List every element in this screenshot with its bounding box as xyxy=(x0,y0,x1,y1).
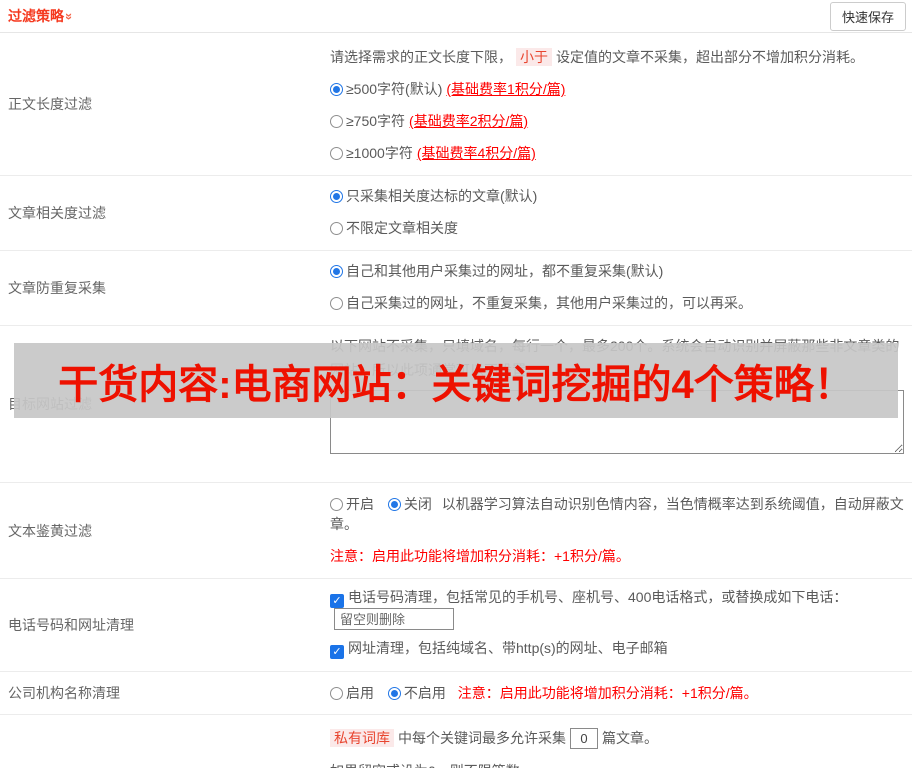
porn-option-on[interactable]: 开启 xyxy=(330,496,374,512)
company-cleanup-options: 启用 不启用 注意：启用此功能将增加积分消耗：+1积分/篇。 xyxy=(330,683,758,703)
dedupe-label: 文章防重复采集 xyxy=(8,280,106,296)
dedupe-option-own[interactable]: 自己采集过的网址，不重复采集，其他用户采集过的，可以再采。 xyxy=(330,293,904,313)
radio-unchecked-icon[interactable] xyxy=(330,222,343,235)
row-article-dedupe: 文章防重复采集 自己和其他用户采集过的网址，都不重复采集(默认) 自己采集过的网… xyxy=(0,251,912,326)
radio-checked-icon[interactable] xyxy=(387,687,401,700)
radio-checked-icon[interactable] xyxy=(330,190,343,203)
fee-note: (基础费率4积分/篇) xyxy=(416,145,536,161)
radio-checked-icon[interactable] xyxy=(330,265,343,278)
radio-unchecked-icon[interactable] xyxy=(330,115,343,128)
radio-unchecked-icon[interactable] xyxy=(330,687,343,700)
phone-cleanup-option[interactable]: 电话号码清理，包括常见的手机号、座机号、400电话格式，或替换成如下电话： xyxy=(330,587,904,630)
content-length-intro: 请选择需求的正文长度下限， 小于 设定值的文章不采集，超出部分不增加积分消耗。 xyxy=(330,48,864,66)
checkbox-checked-icon[interactable] xyxy=(330,594,344,608)
checkbox-checked-icon[interactable] xyxy=(330,645,344,659)
watermark-text: 干货内容:电商网站：关键词挖掘的4个策略！ xyxy=(58,362,854,407)
lessthan-highlight: 小于 xyxy=(516,48,552,66)
porn-option-off[interactable]: 关闭 xyxy=(387,496,432,512)
porn-filter-note: 注意：启用此功能将增加积分消耗：+1积分/篇。 xyxy=(330,548,630,564)
radio-checked-icon[interactable] xyxy=(387,498,401,511)
page-title-label: 过滤策略 xyxy=(8,8,64,24)
company-option-on[interactable]: 启用 xyxy=(330,685,374,701)
page-title[interactable]: 过滤策略» xyxy=(8,6,77,26)
row-relevance-filter: 文章相关度过滤 只采集相关度达标的文章(默认) 不限定文章相关度 xyxy=(0,176,912,251)
fee-note: (基础费率2积分/篇) xyxy=(409,113,529,129)
relevance-label: 文章相关度过滤 xyxy=(8,205,106,221)
row-content-length-filter: 正文长度过滤 请选择需求的正文长度下限， 小于 设定值的文章不采集，超出部分不增加积… xyxy=(0,33,912,176)
fee-note: (基础费率1积分/篇) xyxy=(446,81,566,97)
relevance-option-strict[interactable]: 只采集相关度达标的文章(默认) xyxy=(330,186,904,206)
length-option-1000[interactable]: ≥1000字符 (基础费率4积分/篇) xyxy=(330,143,904,163)
keyword-dedupe-label: 关键词防重复采集 xyxy=(0,715,330,768)
filter-strategy-page: 过滤策略» 快速保存 正文长度过滤 请选择需求的正文长度下限， 小于 设定值的文章不… xyxy=(0,0,912,768)
private-lexicon-highlight: 私有词库 xyxy=(330,729,394,747)
dedupe-option-global[interactable]: 自己和其他用户采集过的网址，都不重复采集(默认) xyxy=(330,261,904,281)
phone-url-label: 电话号码和网址清理 xyxy=(8,617,134,633)
watermark-banner: 干货内容:电商网站：关键词挖掘的4个策略！ xyxy=(14,343,898,418)
replacement-phone-input[interactable] xyxy=(334,608,454,630)
page-header: 过滤策略» 快速保存 xyxy=(0,0,912,33)
relevance-option-any[interactable]: 不限定文章相关度 xyxy=(330,218,904,238)
radio-unchecked-icon[interactable] xyxy=(330,297,343,310)
company-option-off[interactable]: 不启用 xyxy=(387,685,446,701)
keyword-limit-line: 私有词库中每个关键词最多允许采集篇文章。 xyxy=(330,728,904,749)
quick-save-button[interactable]: 快速保存 xyxy=(829,1,906,31)
radio-unchecked-icon[interactable] xyxy=(330,147,343,160)
length-option-750[interactable]: ≥750字符 (基础费率2积分/篇) xyxy=(330,111,904,131)
radio-unchecked-icon[interactable] xyxy=(330,498,343,511)
url-cleanup-option[interactable]: 网址清理，包括纯域名、带http(s)的网址、电子邮箱 xyxy=(330,638,904,659)
porn-filter-options: 开启 关闭 以机器学习算法自动识别色情内容，当色情概率达到系统阈值，自动屏蔽文章… xyxy=(330,494,904,534)
row-porn-filter: 文本鉴黄过滤 开启 关闭 以机器学习算法自动识别色情内容，当色情概率达到系统阈值… xyxy=(0,483,912,579)
keyword-limit-input[interactable] xyxy=(570,728,598,749)
row-company-cleanup: 公司机构名称清理 启用 不启用 注意：启用此功能将增加积分消耗：+1积分/篇。 xyxy=(0,672,912,715)
row-keyword-dedupe: 关键词防重复采集 私有词库中每个关键词最多允许采集篇文章。 如果留空或设为0，则… xyxy=(0,715,912,768)
porn-filter-label: 文本鉴黄过滤 xyxy=(8,522,92,539)
chevron-down-icon: » xyxy=(62,12,78,21)
keyword-note-zero: 如果留空或设为0，则不限篇数。 xyxy=(330,761,904,768)
row-phone-url-cleanup: 电话号码和网址清理 电话号码清理，包括常见的手机号、座机号、400电话格式，或替… xyxy=(0,579,912,672)
radio-checked-icon[interactable] xyxy=(330,83,343,96)
length-option-500[interactable]: ≥500字符(默认) (基础费率1积分/篇) xyxy=(330,79,904,99)
company-cleanup-label: 公司机构名称清理 xyxy=(8,685,120,701)
company-cleanup-note: 注意：启用此功能将增加积分消耗：+1积分/篇。 xyxy=(457,685,758,701)
content-length-label: 正文长度过滤 xyxy=(8,96,92,112)
